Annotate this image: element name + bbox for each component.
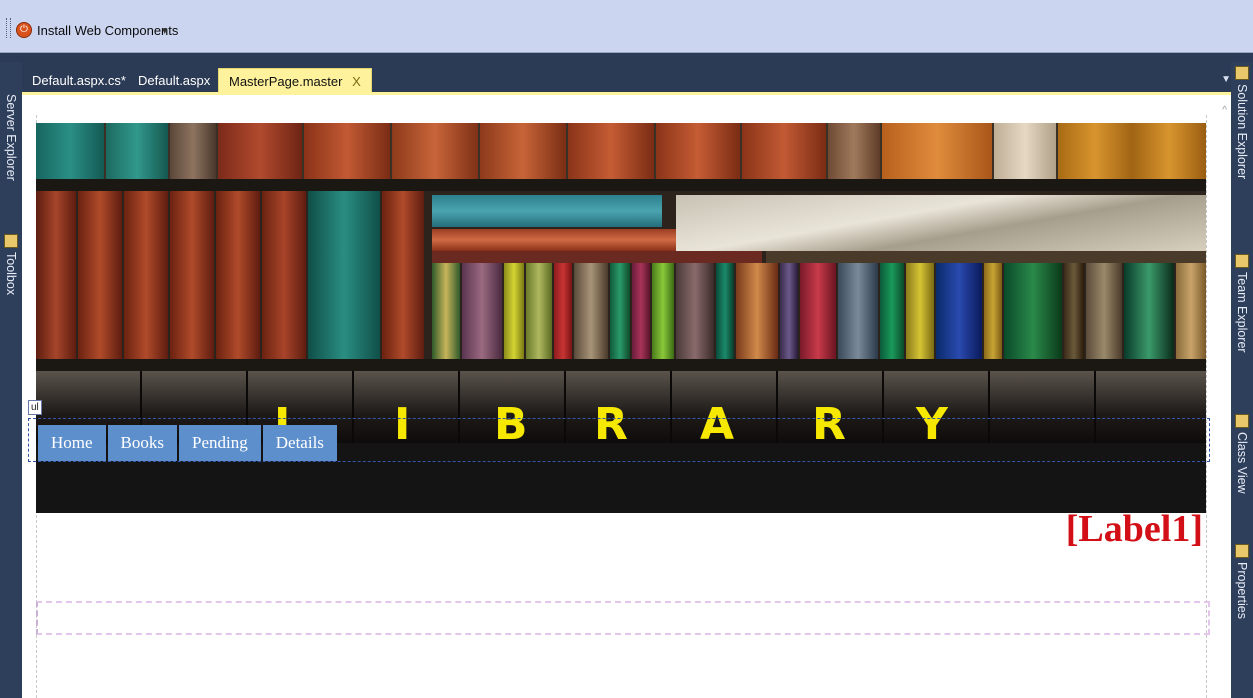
tab-label: Default.aspx.cs* (32, 73, 126, 88)
tab-masterpage-master[interactable]: MasterPage.master X (218, 68, 372, 94)
team-explorer-icon (1235, 254, 1249, 268)
left-side-panel: Server Explorer Toolbox (0, 62, 22, 698)
menu-item-books[interactable]: Books (107, 425, 178, 461)
properties-label: Properties (1235, 562, 1249, 619)
label1-control[interactable]: [Label1] (1066, 507, 1203, 551)
tab-default-aspx-cs[interactable]: Default.aspx.cs* (22, 68, 136, 94)
right-side-panel: Solution Explorer Team Explorer Class Vi… (1231, 62, 1253, 698)
document-tabstrip: Default.aspx.cs* Default.aspx MasterPage… (22, 62, 1231, 94)
install-label: Install Web Components (37, 22, 179, 38)
toolbar-grip[interactable] (6, 18, 11, 38)
tab-label: MasterPage.master (229, 74, 343, 89)
team-explorer-label: Team Explorer (1235, 272, 1249, 353)
install-icon: ⏻ (16, 22, 32, 38)
toolbox-tab[interactable]: Toolbox (4, 234, 18, 295)
toolbox-label: Toolbox (4, 252, 18, 296)
menu-item-details[interactable]: Details (262, 425, 337, 461)
tab-default-aspx[interactable]: Default.aspx (128, 68, 220, 94)
install-web-components-button[interactable]: ⏻ Install Web Components (16, 19, 178, 41)
tab-label: Default.aspx (138, 73, 211, 88)
menu-item-pending[interactable]: Pending (179, 425, 261, 461)
ul-element-tag[interactable]: ul (28, 400, 42, 415)
nav-menu: Home Books Pending Details (38, 425, 337, 461)
class-view-label: Class View (1235, 432, 1249, 494)
properties-icon (1235, 544, 1249, 558)
server-explorer-label: Server Explorer (4, 94, 18, 181)
class-view-icon (1235, 414, 1249, 428)
solution-explorer-icon (1235, 66, 1249, 80)
class-view-tab[interactable]: Class View (1235, 414, 1249, 494)
team-explorer-tab[interactable]: Team Explorer (1235, 254, 1249, 353)
library-banner-image: L I B R A R Y (36, 123, 1206, 443)
menu-item-home[interactable]: Home (38, 425, 106, 461)
shelf-board (36, 179, 1206, 191)
toolbox-icon (4, 234, 18, 248)
toolbar: ⏻ Install Web Components ▾ (0, 0, 1253, 53)
close-icon[interactable]: X (352, 74, 361, 89)
solution-explorer-tab[interactable]: Solution Explorer (1235, 66, 1249, 179)
content-placeholder-box[interactable] (36, 601, 1210, 635)
toolbar-overflow-icon[interactable]: ▾ (162, 24, 168, 37)
solution-explorer-label: Solution Explorer (1235, 84, 1249, 180)
properties-tab[interactable]: Properties (1235, 544, 1249, 619)
scroll-up-icon[interactable]: ^ (1222, 105, 1227, 116)
design-surface[interactable]: ^ L I B R A R Y ul Home Books Pending De… (22, 95, 1231, 698)
tab-dropdown-icon[interactable]: ▼ (1221, 74, 1231, 85)
server-explorer-tab[interactable]: Server Explorer (4, 94, 18, 181)
